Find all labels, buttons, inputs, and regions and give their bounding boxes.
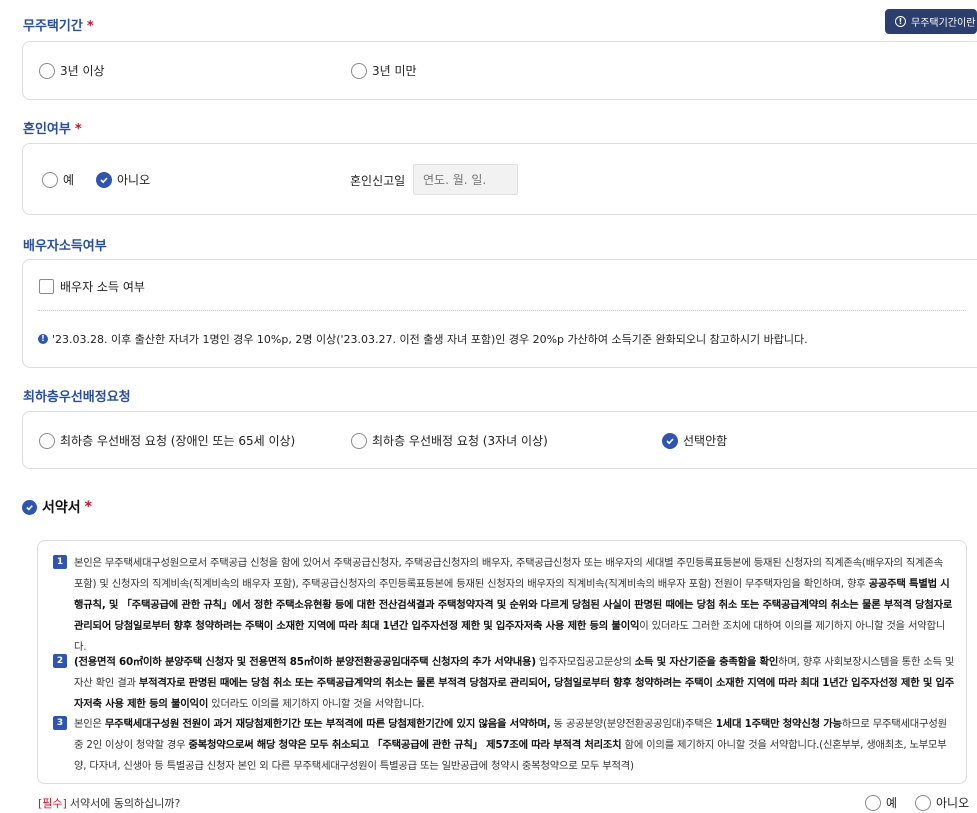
clause-text-part: 입주자모집공고문상의 [535, 656, 635, 668]
radio-circle[interactable] [39, 62, 55, 79]
radio-3years-or-more[interactable]: 3년 이상 [39, 62, 105, 79]
check-pen-icon [22, 499, 37, 515]
clause-text-bold: (전용면적 60㎡이하 분양주택 신청자 및 전용면적 85㎡이하 분양전환공공… [74, 656, 536, 668]
clause-text: 본인은 무주택세대구성원 전원이 과거 재당첨제한기간 또는 부적격에 따른 당… [74, 714, 955, 777]
radio-married-yes[interactable]: 예 [42, 171, 74, 188]
info-icon: ! [38, 334, 48, 344]
radio-circle[interactable] [351, 62, 367, 79]
radio-agree-no[interactable]: 아니오 [915, 794, 969, 811]
clause-text-bold: 부적격자로 판명된 때에는 당첨 취소 또는 주택공급계약의 취소는 물론 부적… [74, 677, 955, 710]
pledge-title: 서약서 [42, 500, 81, 516]
clause-text-part: 본인은 [74, 718, 105, 730]
required-mark: * [86, 19, 94, 34]
pledge-clause-1: 1 본인은 무주택세대구성원으로서 주택공급 신청을 함에 있어서 주택공급신청… [53, 553, 955, 658]
clause-text-bold: 1세대 1주택만 청약신청 가능 [715, 718, 842, 730]
section-title-spouse-income: 배우자소득여부 [23, 239, 107, 254]
section-title-no-house-period: 무주택기간 * [23, 19, 94, 34]
pledge-content-box: 1 본인은 무주택세대구성원으로서 주택공급 신청을 함에 있어서 주택공급신청… [37, 540, 967, 784]
marriage-date-label: 혼인신고일 [350, 174, 406, 188]
pledge-header: 서약서 * [22, 497, 92, 517]
clause-text-bold: 무주택세대구성원 전원이 과거 재당첨제한기간 또는 부적격에 따른 당첨제한기… [104, 718, 551, 730]
radio-lowest-floor-three-children[interactable]: 최하층 우선배정 요청 (3자녀 이상) [351, 432, 548, 449]
radio-circle[interactable] [39, 432, 55, 449]
info-icon: ! [895, 16, 906, 27]
radio-checked-icon[interactable] [662, 432, 678, 449]
radio-circle[interactable] [865, 794, 881, 811]
spouse-income-checkbox[interactable]: 배우자 소득 여부 [39, 278, 145, 295]
spouse-income-box: 배우자 소득 여부 [22, 259, 977, 368]
pledge-clause-2: 2 (전용면적 60㎡이하 분양주택 신청자 및 전용면적 85㎡이하 분양전환… [53, 652, 955, 715]
radio-checked-icon[interactable] [96, 171, 112, 188]
required-tag: [필수] [38, 797, 67, 810]
clause-text-bold: 소득 및 자산기준을 충족함을 확인 [634, 656, 779, 668]
radio-circle[interactable] [351, 432, 367, 449]
clause-text: (전용면적 60㎡이하 분양주택 신청자 및 전용면적 85㎡이하 분양전환공공… [74, 652, 955, 715]
radio-lowest-floor-disabled-elderly[interactable]: 최하층 우선배정 요청 (장애인 또는 65세 이상) [39, 432, 295, 449]
pledge-agree-question: [필수] 서약서에 동의하십니까? [38, 797, 181, 810]
divider [38, 310, 966, 311]
income-info-note: ! '23.03.28. 이후 출산한 자녀가 1명인 경우 10%p, 2명 이… [38, 331, 808, 347]
clause-text-part: 있더라도 이의를 제기하지 아니할 것을 서약합니다. [208, 698, 425, 710]
required-mark: * [74, 122, 82, 137]
radio-circle[interactable] [915, 794, 931, 811]
marriage-date-input[interactable] [413, 164, 518, 195]
checkbox-square[interactable] [39, 279, 54, 294]
lowest-floor-box: 최하층 우선배정 요청 (장애인 또는 65세 이상) 최하층 우선배정 요청 … [22, 411, 977, 469]
clause-text-part: 동 공공분양(분양전환공공임대)주택은 [550, 718, 716, 730]
clause-text-bold: 중복청약으로써 해당 청약은 모두 취소되고 「주택공급에 관한 규칙」 제57… [188, 739, 622, 751]
section-title-marriage: 혼인여부 * [23, 122, 82, 137]
required-mark: * [84, 499, 92, 515]
section-title-lowest-floor: 최하층우선배정요청 [23, 390, 131, 405]
radio-agree-yes[interactable]: 예 [865, 794, 897, 811]
radio-circle[interactable] [42, 171, 58, 188]
clause-text: 본인은 무주택세대구성원으로서 주택공급 신청을 함에 있어서 주택공급신청자,… [74, 553, 955, 658]
no-house-period-box: 3년 이상 3년 미만 [22, 41, 977, 100]
clause-text-part: 본인은 무주택세대구성원으로서 주택공급 신청을 함에 있어서 주택공급신청자,… [74, 557, 943, 590]
radio-lowest-floor-none[interactable]: 선택안함 [662, 432, 727, 449]
clause-number-badge: 3 [53, 716, 67, 730]
radio-under-3years[interactable]: 3년 미만 [351, 62, 417, 79]
clause-number-badge: 1 [53, 555, 67, 569]
clause-number-badge: 2 [53, 654, 67, 668]
no-house-period-info-button[interactable]: ! 무주택기간이란 [885, 9, 977, 34]
radio-married-no[interactable]: 아니오 [96, 171, 150, 188]
pledge-clause-3: 3 본인은 무주택세대구성원 전원이 과거 재당첨제한기간 또는 부적격에 따른… [53, 714, 955, 777]
